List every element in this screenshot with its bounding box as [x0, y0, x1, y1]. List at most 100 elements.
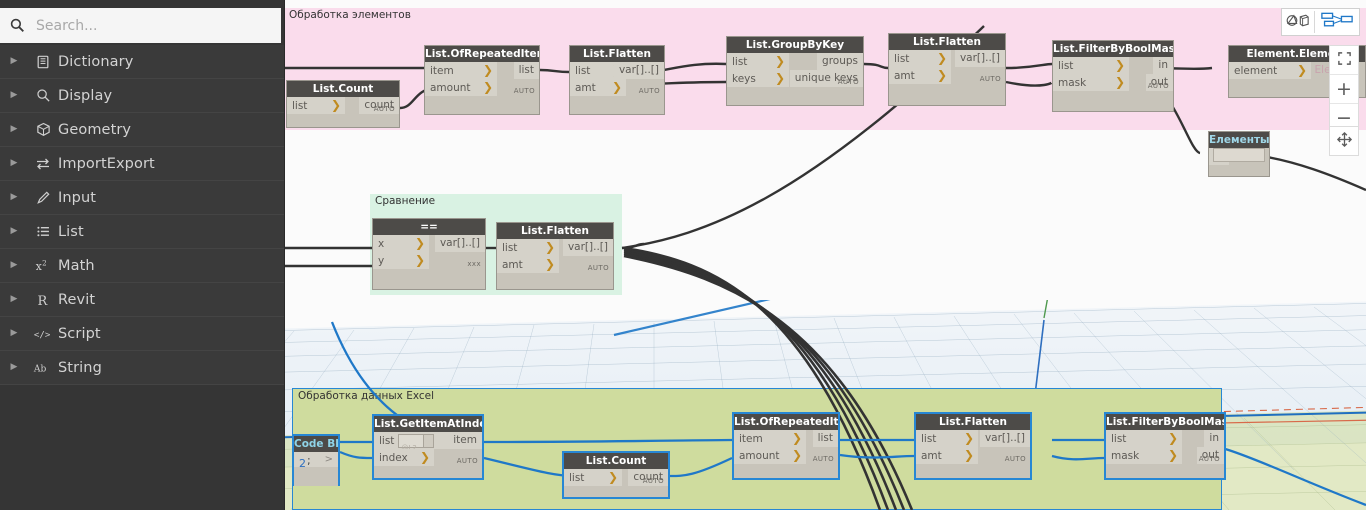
node-list-filterbyboolmask-2[interactable]: List.FilterByBoolMask list ❯ mask ❯ in o… [1104, 412, 1226, 480]
port-in-y[interactable]: y ❯ [373, 252, 429, 269]
chevron-right-icon[interactable]: ▶ [0, 159, 28, 168]
graph-view-toggle[interactable] [1317, 11, 1357, 33]
node-list-flatten-3[interactable]: List.Flatten list ❯ amt ❯ var[]..[] AUTO [496, 222, 614, 290]
chevron-right-icon[interactable]: ▶ [0, 261, 28, 270]
port-out-item[interactable]: item [448, 432, 482, 449]
fit-to-screen-button[interactable] [1330, 46, 1358, 75]
port-in-amt[interactable]: amt ❯ [916, 447, 978, 464]
node-title: Елементы (E) [1209, 132, 1269, 148]
chevron-right-icon[interactable]: ▶ [0, 363, 28, 372]
port-out-in[interactable]: in [1153, 57, 1173, 74]
port-out-var[interactable]: var[]..[] [979, 430, 1030, 447]
chevron-right-icon: ❯ [611, 80, 622, 94]
zoom-in-button[interactable]: + [1330, 75, 1358, 104]
port-in-list[interactable]: list ❯ [1106, 430, 1182, 447]
port-out-var[interactable]: var[]..[] [954, 50, 1005, 67]
sidebar-item-display[interactable]: ▶ Display [0, 79, 284, 113]
sidebar-item-string[interactable]: ▶ Ab String [0, 351, 284, 385]
node-list-filterbyboolmask-1[interactable]: List.FilterByBoolMask list ❯ mask ❯ in o… [1052, 40, 1174, 112]
port-out-groups[interactable]: groups [817, 53, 863, 70]
port-in-list[interactable]: list ❯ [916, 430, 978, 447]
port-out-var[interactable]: var[]..[] [613, 62, 664, 79]
search-input[interactable] [34, 16, 281, 35]
node-title: List.OfRepeatedItem [425, 46, 539, 62]
chevron-right-icon: ❯ [414, 253, 425, 267]
chevron-right-icon[interactable]: ▶ [0, 193, 28, 202]
node-equals[interactable]: == x ❯ y ❯ var[]..[] xxx [372, 218, 486, 290]
port-in-amount[interactable]: amount ❯ [425, 79, 497, 96]
port-in-index[interactable]: index ❯ [374, 449, 434, 466]
port-out-var[interactable]: var[]..[] [434, 235, 485, 252]
sidebar-item-label: Math [58, 257, 95, 274]
node-code-block[interactable]: Code Block 2 ; > [292, 434, 340, 486]
port-out-list[interactable]: list [812, 430, 838, 447]
sidebar-item-list[interactable]: ▶ List [0, 215, 284, 249]
chevron-right-icon[interactable]: ▶ [0, 295, 28, 304]
chevron-right-icon: ❯ [330, 98, 341, 112]
port-in-list[interactable]: list @L2 ❯ [374, 432, 462, 452]
port-in-keys[interactable]: keys ❯ [727, 70, 789, 87]
port-in-list[interactable]: list ❯ [287, 97, 345, 114]
chevron-right-icon: ❯ [936, 68, 947, 82]
sidebar-item-revit[interactable]: ▶ R Revit [0, 283, 284, 317]
port-in-list[interactable]: list ❯ [889, 50, 951, 67]
node-elementy-e[interactable]: Елементы (E) > > [1208, 131, 1270, 177]
node-list-ofrepeateditem-2[interactable]: List.OfRepeatedItem item ❯ amount ❯ list… [732, 412, 840, 480]
sidebar-item-dictionary[interactable]: ▶ Dictionary [0, 45, 284, 79]
port-in-mask[interactable]: mask ❯ [1106, 447, 1182, 464]
port-in-item[interactable]: item ❯ [734, 430, 806, 447]
port-in-list[interactable]: list ❯ [497, 239, 559, 256]
port-in-amount[interactable]: amount ❯ [734, 447, 806, 464]
port-out-in[interactable]: in [1204, 430, 1224, 447]
port-in-item[interactable]: item ❯ [425, 62, 497, 79]
geometry-view-toggle[interactable] [1284, 11, 1312, 33]
port-in-amt[interactable]: amt ❯ [889, 67, 951, 84]
library-category-list: ▶ Dictionary ▶ Display ▶ Geometry ▶ Impo… [0, 45, 284, 385]
sidebar-item-script[interactable]: ▶ </> Script [0, 317, 284, 351]
port-out-var[interactable]: var[]..[] [562, 239, 613, 256]
port-in-list[interactable]: list ❯ [564, 469, 622, 486]
port-out-list[interactable]: list [513, 62, 539, 79]
sidebar-item-importexport[interactable]: ▶ ImportExport [0, 147, 284, 181]
chevron-right-icon: ❯ [1114, 75, 1125, 89]
port-in-element[interactable]: element ❯ [1229, 62, 1311, 79]
node-list-getitematindex[interactable]: List.GetItemAtIndex list @L2 ❯ index ❯ i… [372, 414, 484, 480]
chevron-right-icon: ❯ [1296, 63, 1307, 77]
chevron-right-icon[interactable]: ▶ [0, 227, 28, 236]
chevron-right-icon[interactable]: ▶ [0, 91, 28, 100]
port-in-amt[interactable]: amt ❯ [497, 256, 559, 273]
graph-canvas[interactable]: Обработка элементов Сравнение Обработка … [284, 0, 1366, 510]
port-out-generic[interactable]: > [325, 454, 333, 465]
spinner-stepper-icon[interactable] [423, 434, 434, 447]
port-in-amt[interactable]: amt ❯ [570, 79, 626, 96]
sidebar-item-geometry[interactable]: ▶ Geometry [0, 113, 284, 147]
chevron-right-icon[interactable]: ▶ [0, 125, 28, 134]
sidebar-item-input[interactable]: ▶ Input [0, 181, 284, 215]
plus-icon: + [1336, 78, 1352, 100]
ab-text-icon: Ab [28, 361, 58, 375]
node-list-groupbykey[interactable]: List.GroupByKey list ❯ keys ❯ groups uni… [726, 36, 864, 106]
port-in-list[interactable]: list ❯ [1053, 57, 1129, 74]
chevron-right-icon[interactable]: ▶ [0, 329, 28, 338]
fit-screen-icon [1337, 49, 1352, 71]
node-list-flatten-2[interactable]: List.Flatten list ❯ amt ❯ var[]..[] AUTO [888, 33, 1006, 106]
search-bar[interactable] [0, 8, 281, 43]
port-in-list[interactable]: list ❯ [727, 53, 789, 70]
chevron-right-icon: ❯ [1167, 448, 1178, 462]
list-level-spinner[interactable]: @L2 [398, 433, 435, 452]
sidebar-item-label: Input [58, 189, 97, 206]
node-list-count-2[interactable]: List.Count list ❯ count AUTO [562, 451, 670, 499]
pan-button[interactable] [1329, 126, 1359, 156]
node-list-flatten-4[interactable]: List.Flatten list ❯ amt ❯ var[]..[] AUTO [914, 412, 1032, 480]
chevron-right-icon: ❯ [607, 470, 618, 484]
chevron-right-icon: ❯ [544, 257, 555, 271]
node-list-ofrepeateditem-1[interactable]: List.OfRepeatedItem item ❯ amount ❯ list… [424, 45, 540, 115]
port-in-x[interactable]: x ❯ [373, 235, 429, 252]
port-in-mask[interactable]: mask ❯ [1053, 74, 1129, 91]
node-list-count-1[interactable]: List.Count list ❯ count AUTO [286, 80, 400, 128]
code-block-value[interactable]: 2 [294, 455, 306, 470]
node-title: == [373, 219, 485, 235]
node-list-flatten-1[interactable]: List.Flatten list ❯ amt ❯ var[]..[] AUTO [569, 45, 665, 115]
chevron-right-icon[interactable]: ▶ [0, 57, 28, 66]
sidebar-item-math[interactable]: ▶ x2 Math [0, 249, 284, 283]
